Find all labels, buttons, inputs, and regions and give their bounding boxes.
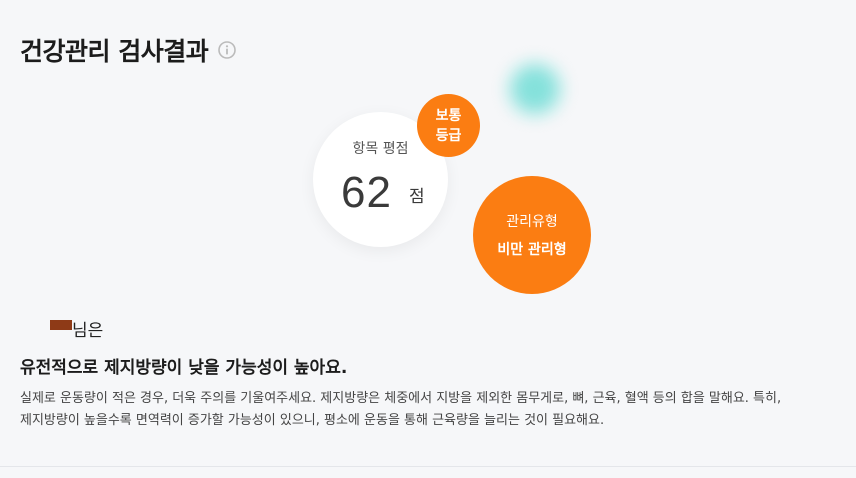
result-description-line1: 실제로 운동량이 적은 경우, 더욱 주의를 기울여주세요. 제지방량은 체중에… [20, 391, 782, 406]
management-type-circle: 관리유형 비만 관리형 [473, 176, 591, 294]
decorative-glow [510, 64, 560, 114]
result-description-line2: 제지방량이 높을수록 면역력이 증가할 가능성이 있으니, 평소에 운동을 통해… [20, 413, 605, 428]
grade-badge-line1: 보통 [435, 107, 462, 124]
management-type-value: 비만 관리형 [497, 242, 567, 258]
page-title: 건강관리 검사결과 [20, 37, 209, 66]
score-unit: 점 [409, 187, 425, 207]
grade-badge: 보통 등급 [417, 94, 480, 157]
management-type-label: 관리유형 [506, 214, 558, 230]
user-line: 님은 [50, 316, 103, 341]
grade-badge-line2: 등급 [435, 127, 462, 144]
user-suffix: 님은 [72, 321, 104, 341]
result-headline: 유전적으로 제지방량이 낮을 가능성이 높아요. [20, 358, 348, 378]
result-description: 실제로 운동량이 적은 경우, 더욱 주의를 기울여주세요. 제지방량은 체중에… [20, 388, 820, 432]
score-value: 62 [341, 168, 392, 217]
info-icon[interactable] [218, 41, 237, 59]
page-header: 건강관리 검사결과 [20, 32, 237, 68]
redacted-user-name [50, 319, 72, 330]
bottom-divider [0, 466, 856, 467]
